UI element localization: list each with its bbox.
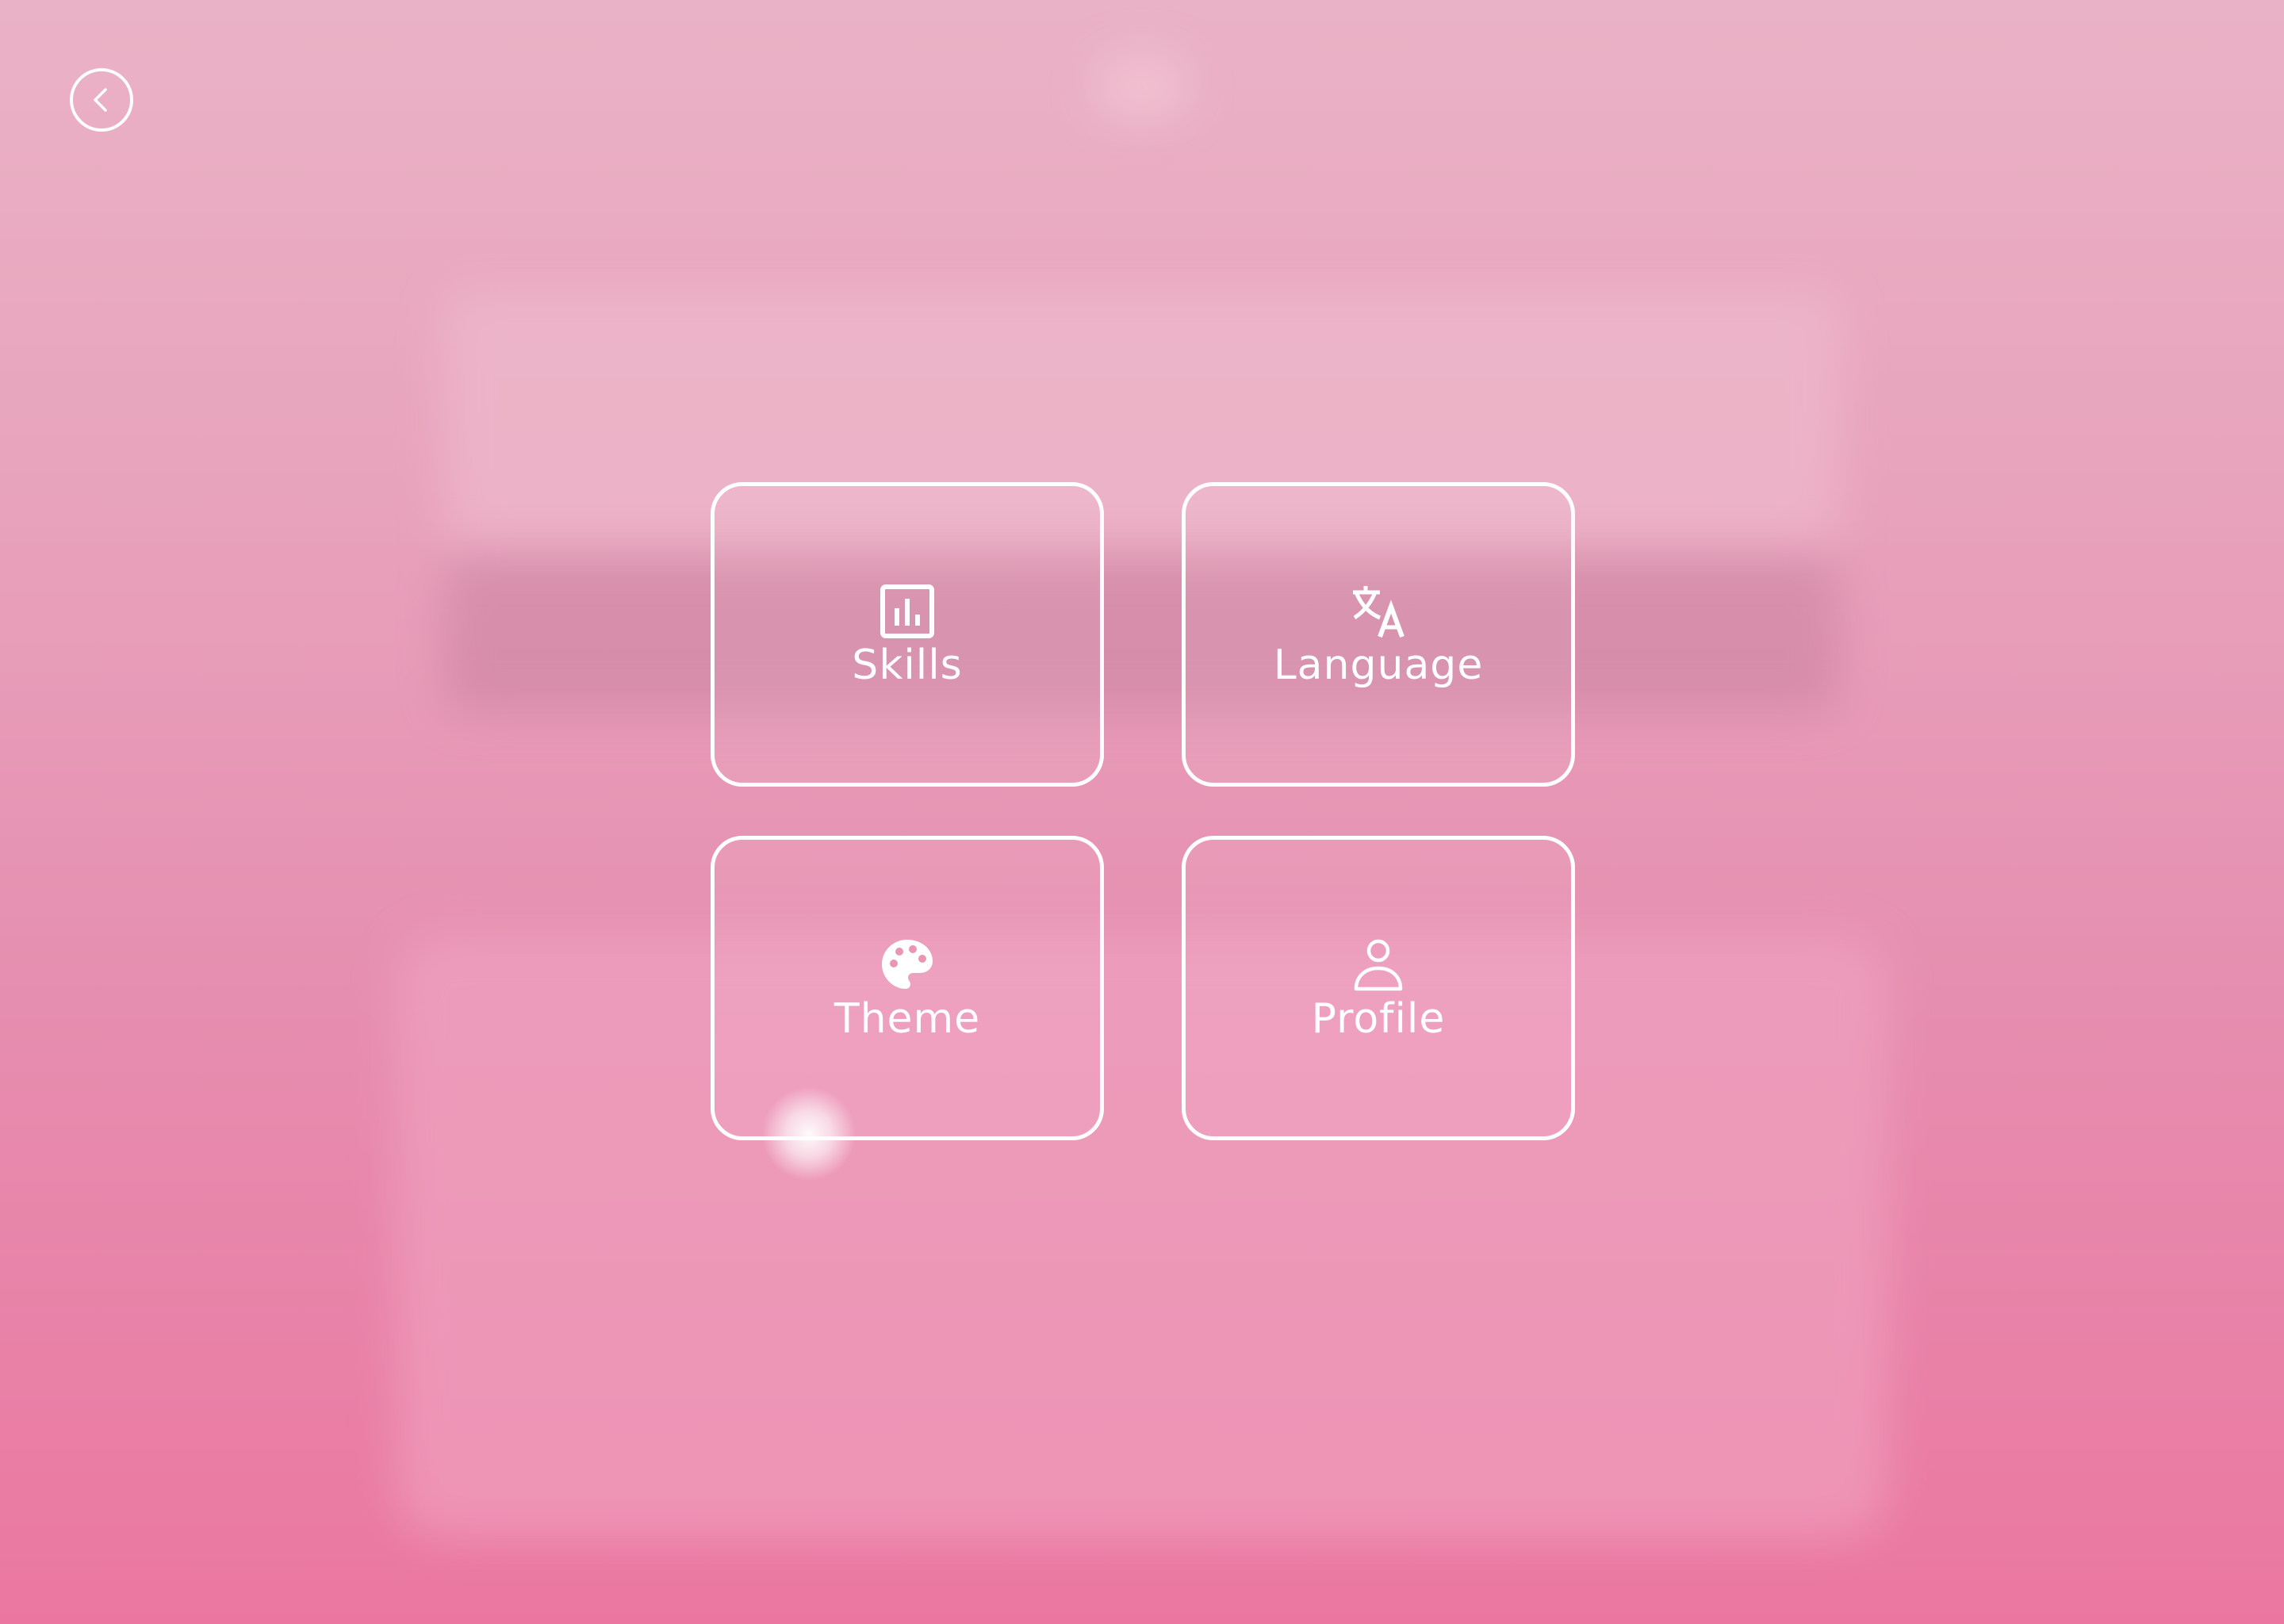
theme-button[interactable]: Theme <box>711 836 1104 1140</box>
language-button[interactable]: Language <box>1182 482 1575 787</box>
bar-chart-icon <box>879 583 936 640</box>
palette-icon <box>879 936 936 994</box>
chevron-left-icon <box>94 88 107 112</box>
translate-icon <box>1350 583 1407 640</box>
blurred-background <box>0 0 2284 1624</box>
theme-label: Theme <box>834 995 981 1043</box>
skills-button[interactable]: Skills <box>711 482 1104 787</box>
profile-label: Profile <box>1311 995 1446 1043</box>
skills-label: Skills <box>852 642 963 689</box>
back-button[interactable] <box>70 68 133 132</box>
profile-button[interactable]: Profile <box>1182 836 1575 1140</box>
person-icon <box>1350 936 1407 994</box>
language-label: Language <box>1273 642 1484 689</box>
